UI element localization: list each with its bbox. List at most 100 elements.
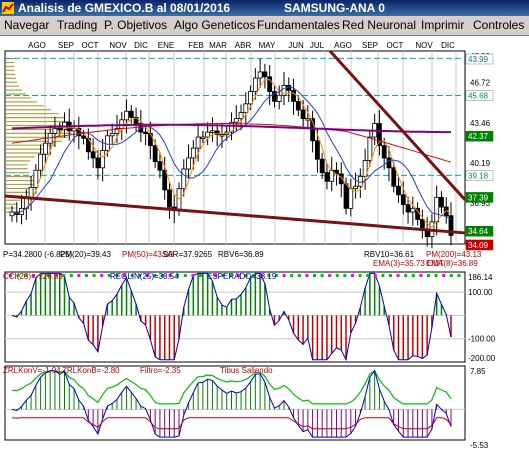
window-title-bar: Analisis de GMEXICO.B al 08/01/2016 SAMS… (0, 0, 529, 16)
cci-signal-dot (419, 274, 423, 277)
candle (252, 77, 258, 92)
candle (319, 158, 325, 174)
menu-bar: Navegar Trading P. Objetivos Algo Geneti… (0, 16, 529, 36)
menu-navegar[interactable]: Navegar (4, 18, 49, 32)
cci-signal-dot (100, 274, 104, 277)
zrl-axis-tick-1: -5.53 (470, 441, 489, 450)
candle (124, 110, 129, 121)
cci-signal-dot (77, 274, 81, 277)
cci-signal-dot (297, 274, 301, 277)
cci-signal-dot (328, 274, 332, 277)
zrl-label-2: Filtro=-2.35 (140, 366, 181, 375)
cci-signal-dot (199, 274, 202, 277)
cci-signal-dot (183, 274, 187, 277)
cci-signal-dot (92, 274, 96, 277)
price-tag-label-1: 45.68 (468, 92, 489, 101)
candle (386, 157, 392, 169)
cci-axis-tick-1: 100.00 (468, 288, 493, 297)
app-logo-icon (2, 2, 14, 14)
month-label-ago: AGO (28, 41, 46, 50)
price-tag-label-0: 43.99 (468, 55, 489, 64)
cci-signal-dot (449, 274, 453, 277)
zrl-label-0: ZRLKonV=-1.94 (3, 366, 61, 375)
cci-signal-dot (404, 274, 408, 277)
candle (267, 76, 273, 92)
cci-signal-dot (85, 274, 88, 277)
menu-trading[interactable]: Trading (57, 18, 97, 32)
menu-controles[interactable]: Controles (473, 18, 524, 32)
cci-signal-dot (373, 274, 377, 277)
cci-signal-dot (389, 274, 392, 277)
candle (181, 168, 187, 190)
cci-signal-dot (427, 274, 430, 277)
candle (81, 135, 86, 139)
cci-signal-dot (343, 274, 347, 277)
cci-signal-dot (366, 274, 370, 277)
cci-signal-dot (69, 274, 73, 277)
candle (128, 110, 134, 118)
indicator-label-1: PM(20)=39.43 (60, 250, 111, 259)
month-label-dic: DIC (134, 41, 148, 50)
zrl-label-1: ZRLKonB=-2.80 (62, 366, 120, 375)
cci-signal-dot (457, 274, 461, 277)
candle (57, 128, 63, 131)
cci-label-0: CCI(20)=-126.35 (3, 272, 63, 281)
cci-panel-frame (4, 271, 466, 363)
candle (410, 207, 416, 213)
menu-p-objetivos[interactable]: P. Objetivos (104, 18, 167, 32)
candle (353, 185, 358, 190)
candle (152, 145, 158, 163)
price-axis-tick-2: 43.46 (470, 119, 491, 128)
candle (33, 169, 39, 188)
candle (52, 128, 58, 134)
zrl-axis-tick-0: 7.85 (470, 367, 486, 376)
candle (190, 147, 196, 159)
month-label-dic: DIC (441, 41, 455, 50)
indicator-label-5: RBV10=36.61 (364, 250, 415, 259)
candle (348, 188, 354, 209)
month-label-oct: OCT (82, 41, 99, 50)
month-label-ago: AGO (334, 41, 352, 50)
candle (105, 135, 110, 151)
price-tag-label-5: 34.64 (468, 227, 489, 236)
candle (391, 167, 397, 187)
candle (305, 118, 311, 121)
candle (367, 136, 373, 161)
cci-signal-dot (305, 274, 309, 277)
menu-red-neuronal[interactable]: Red Neuronal (342, 18, 416, 32)
candle (439, 196, 444, 208)
menu-imprimir[interactable]: Imprimir (421, 18, 464, 32)
candle (233, 118, 239, 123)
candle (210, 130, 215, 133)
candle (257, 71, 263, 79)
candle (109, 132, 115, 137)
candle (157, 161, 163, 171)
menu-algo-geneticos[interactable]: Algo Geneticos (174, 18, 255, 32)
candle (248, 91, 253, 105)
month-label-feb: FEB (188, 41, 204, 50)
candle (343, 183, 349, 209)
cci-axis-tick-3: -200.00 (468, 354, 496, 363)
candle (405, 204, 411, 213)
month-label-ene: ENE (158, 41, 174, 50)
price-axis-tick-1: 46.72 (470, 79, 491, 88)
cci-signal-dot (320, 274, 324, 277)
candle (324, 172, 330, 182)
candle (276, 94, 282, 102)
candle (28, 187, 34, 198)
candle (262, 71, 268, 78)
candle (295, 101, 301, 111)
candle (396, 185, 401, 196)
cci-label-1: REGLIN(25)=38.54 (110, 272, 179, 281)
month-label-abr: ABR (235, 41, 252, 50)
month-label-mar: MAR (209, 41, 227, 50)
candle (238, 112, 244, 120)
candle (147, 132, 153, 147)
price-tag-label-3: 39.18 (468, 171, 489, 180)
month-label-sep: SEP (362, 41, 378, 50)
cci-label-2: ESPERADO=38.19 (207, 272, 277, 281)
menu-fundamentales[interactable]: Fundamentales (257, 18, 340, 32)
indicator-label-4: RBV6=36.89 (218, 250, 264, 259)
cci-axis-tick-2: -100.00 (468, 335, 496, 344)
stock-chart[interactable]: AGO SEP OCT NOV DIC ENE FEB MAR ABR MAY JUN JUL AGO S… (0, 36, 529, 460)
